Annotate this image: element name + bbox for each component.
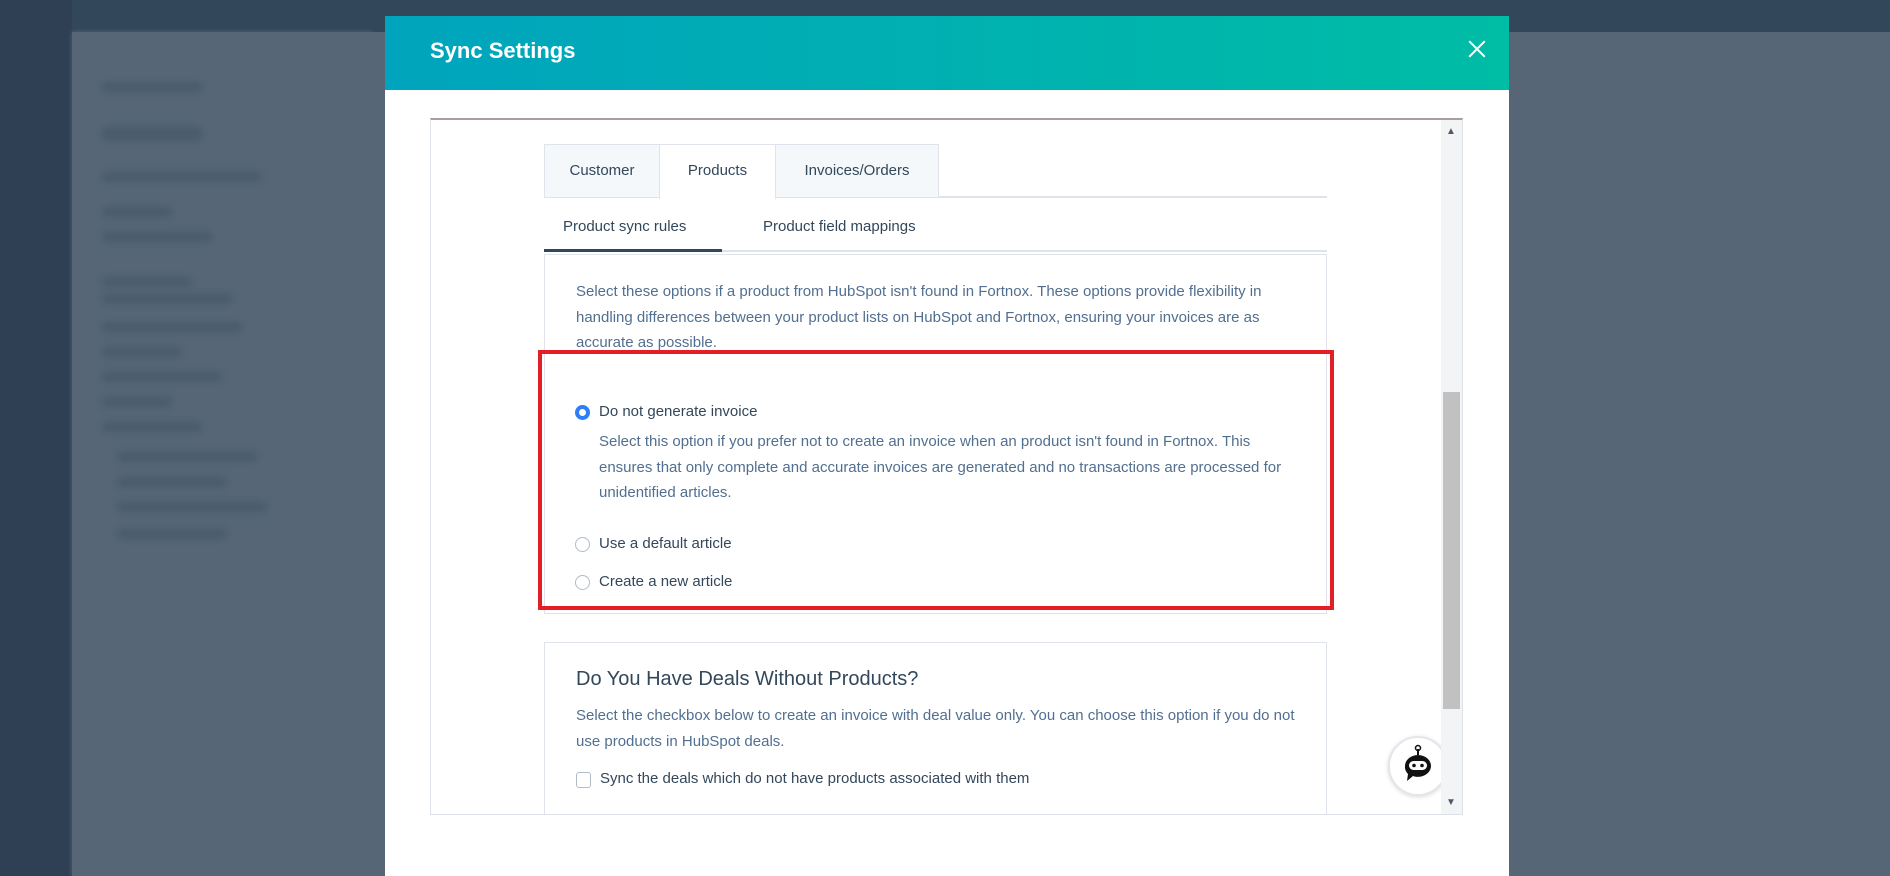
- active-subtab-indicator: [544, 249, 722, 252]
- background-settings-panel: [72, 32, 372, 876]
- chatbot-robot-icon[interactable]: [1388, 736, 1448, 796]
- radio-use-default-article[interactable]: [575, 537, 590, 552]
- subtab-product-field-mappings[interactable]: Product field mappings: [763, 218, 916, 235]
- tab-products[interactable]: Products: [659, 144, 776, 200]
- radio-do-not-generate-invoice[interactable]: [575, 405, 590, 420]
- scroll-up-arrow-icon[interactable]: ▲: [1446, 126, 1456, 137]
- deals-without-products-card: Do You Have Deals Without Products? Sele…: [544, 642, 1327, 814]
- modal-header: Sync Settings: [385, 16, 1509, 90]
- option-label: Use a default article: [599, 535, 732, 552]
- scrollbar[interactable]: ▲ ▼: [1441, 120, 1462, 814]
- main-tabs: Customer Products Invoices/Orders: [544, 144, 1327, 200]
- sub-tabs: Product sync rules Product field mapping…: [544, 198, 1327, 252]
- scrollbar-thumb[interactable]: [1443, 392, 1460, 709]
- tab-customer[interactable]: Customer: [544, 144, 660, 198]
- background-sidebar: [0, 0, 72, 876]
- scroll-down-arrow-icon[interactable]: ▼: [1446, 797, 1456, 808]
- settings-frame: Customer Products Invoices/Orders Produc…: [430, 118, 1463, 815]
- close-icon[interactable]: [1462, 34, 1492, 64]
- section-description: Select the checkbox below to create an i…: [576, 707, 1295, 750]
- radio-create-new-article[interactable]: [575, 575, 590, 590]
- sync-deals-checkbox[interactable]: [576, 772, 591, 788]
- modal-title: Sync Settings: [430, 38, 576, 63]
- option-label: Do not generate invoice: [599, 403, 758, 420]
- sync-settings-modal: Sync Settings Customer Products Invoices…: [385, 16, 1509, 876]
- option-description: Select this option if you prefer not to …: [599, 433, 1282, 501]
- option-label: Create a new article: [599, 573, 733, 590]
- section-heading: Do You Have Deals Without Products?: [576, 668, 919, 690]
- subtab-product-sync-rules[interactable]: Product sync rules: [563, 218, 686, 235]
- missing-product-intro: Select these options if a product from H…: [576, 283, 1262, 351]
- tab-invoices-orders[interactable]: Invoices/Orders: [775, 144, 939, 198]
- checkbox-label: Sync the deals which do not have product…: [600, 770, 1030, 787]
